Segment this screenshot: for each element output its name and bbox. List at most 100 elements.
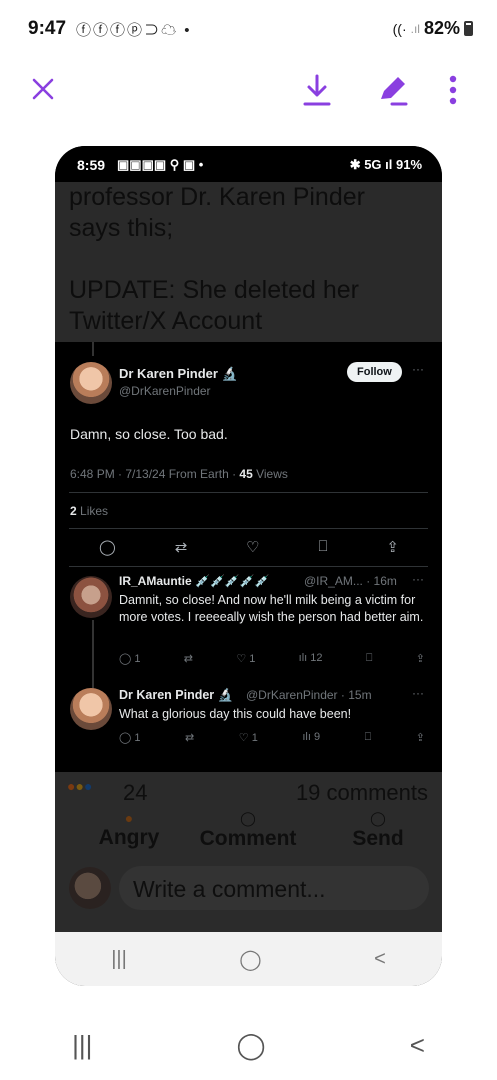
thread-line — [92, 342, 94, 356]
retweet-icon[interactable]: ⇄ — [185, 731, 194, 744]
battery-icon — [464, 21, 473, 36]
close-icon — [32, 78, 54, 100]
angry-button[interactable]: ● Angry — [89, 810, 169, 850]
messenger-icon: ◯ — [370, 810, 386, 826]
back-button[interactable]: < — [410, 1030, 425, 1061]
inner-status-bar: 8:59 ▣▣▣▣ ⚲ ▣ • ✱ 5G ıl 91% — [55, 146, 442, 182]
download-icon — [303, 74, 331, 106]
views-icon[interactable]: ılı 12 — [299, 652, 323, 665]
status-time: 9:47 — [28, 18, 67, 39]
cloud-icon: ☁ — [161, 22, 179, 39]
tweet-body: Damn, so close. Too bad. — [70, 426, 228, 442]
angry-label: Angry — [98, 826, 160, 849]
reply-icon[interactable]: ◯ — [99, 538, 116, 556]
reply-actions: ◯ 1 ⇄ ♡ 1 ılı 9 ⎕ ⇪ — [119, 731, 425, 744]
reply-text: What a glorious day this could have been… — [119, 707, 352, 721]
tweet-likes[interactable]: 2 Likes — [70, 504, 108, 518]
angry-icon: ● — [124, 810, 134, 826]
reply-icon[interactable]: ◯ 1 — [119, 731, 141, 744]
more-button[interactable] — [440, 72, 466, 108]
post-line-3: UPDATE: She deleted her — [69, 276, 359, 304]
views-icon[interactable]: ılı 9 — [302, 731, 320, 744]
likes-count: 2 — [70, 504, 77, 518]
pinterest-icon: ⓟ — [127, 22, 145, 39]
inner-status-right: ✱ 5G ıl 91% — [349, 157, 422, 172]
post-line-4: Twitter/X Account — [69, 307, 263, 335]
download-button[interactable] — [300, 72, 334, 108]
likes-label: Likes — [76, 504, 109, 518]
home-button[interactable]: ◯ — [236, 1030, 265, 1061]
close-button[interactable] — [28, 74, 58, 104]
comments-count[interactable]: 19 comments — [296, 780, 428, 806]
reaction-count[interactable]: 24 — [123, 780, 147, 806]
tweet-timestamp: 6:48 PM · 7/13/24 From Earth · — [70, 467, 240, 481]
reply-more-icon[interactable]: ··· — [412, 572, 424, 586]
send-label: Send — [352, 827, 404, 850]
comment-label: Comment — [199, 827, 297, 850]
bookmark-icon[interactable]: ⎕ — [365, 731, 372, 744]
status-notification-icons: ⓕⓕⓕⓟ⊃☁ • — [76, 19, 192, 40]
avatar[interactable] — [70, 362, 112, 404]
comment-button[interactable]: ◯ Comment — [193, 810, 303, 851]
battery-percent: 82% — [423, 18, 460, 38]
facebook-icon: ⓕ — [93, 22, 111, 39]
post-text: professor Dr. Karen Pinder says this; UP… — [55, 182, 442, 342]
inner-status-icons: ▣▣▣▣ ⚲ ▣ • — [117, 157, 204, 172]
post-line-1: professor Dr. Karen Pinder — [69, 183, 365, 211]
divider — [69, 566, 428, 567]
status-dot: • — [184, 22, 192, 39]
share-icon[interactable]: ⇪ — [416, 652, 425, 665]
retweet-icon[interactable]: ⇄ — [175, 538, 188, 556]
comment-icon: ◯ — [240, 810, 256, 826]
reply-author-name[interactable]: Dr Karen Pinder 🔬 — [119, 688, 233, 703]
retweet-icon[interactable]: ⇄ — [184, 652, 193, 665]
tweet-meta: 6:48 PM · 7/13/24 From Earth · 45 Views — [70, 467, 288, 481]
bookmark-icon[interactable]: ⎕ — [366, 652, 373, 665]
status-right: ((· .ıl 82% — [393, 18, 473, 39]
link-icon: ⊃ — [144, 22, 162, 39]
screenshot-viewer: 9:47 ⓕⓕⓕⓟ⊃☁ • ((· .ıl 82% 8:59 ▣▣▣▣ ⚲ ▣ … — [0, 0, 497, 1080]
tweet-actions: ◯ ⇄ ♡ ⎕ ⇪ — [99, 538, 399, 556]
avatar — [69, 867, 111, 909]
signal-icon: .ıl — [410, 21, 420, 36]
heart-icon[interactable]: ♡ 1 — [236, 652, 255, 665]
tweet-views-count: 45 — [239, 467, 253, 481]
reply-author-name[interactable]: IR_AMauntie 💉💉💉💉💉 — [119, 574, 270, 588]
reply-icon[interactable]: ◯ 1 — [119, 652, 141, 665]
comment-input[interactable]: Write a comment... — [119, 866, 429, 910]
avatar[interactable] — [70, 576, 112, 618]
tweet-author-name[interactable]: Dr Karen Pinder 🔬 — [119, 366, 238, 382]
more-vertical-icon — [449, 75, 457, 105]
send-button[interactable]: ◯ Send — [343, 810, 413, 851]
home-icon: ◯ — [239, 948, 262, 971]
facebook-icon: ⓕ — [76, 22, 94, 39]
avatar[interactable] — [70, 688, 112, 730]
wifi-icon: ((· — [392, 20, 407, 37]
thread-line — [92, 620, 94, 692]
edit-button[interactable] — [374, 72, 410, 108]
share-icon[interactable]: ⇪ — [386, 538, 399, 556]
divider — [69, 492, 428, 493]
tweet-views-label: Views — [252, 467, 288, 481]
navigation-bar: ||| ◯ < — [0, 1010, 497, 1080]
follow-button[interactable]: Follow — [347, 362, 402, 382]
screenshot-image: 8:59 ▣▣▣▣ ⚲ ▣ • ✱ 5G ıl 91% professor Dr… — [55, 146, 442, 986]
recent-apps-button[interactable]: ||| — [72, 1030, 92, 1061]
reply-text: Damnit, so close! And now he'll milk bei… — [119, 593, 424, 624]
heart-icon[interactable]: ♡ 1 — [239, 731, 258, 744]
share-icon[interactable]: ⇪ — [416, 731, 425, 744]
reply-actions: ◯ 1 ⇄ ♡ 1 ılı 12 ⎕ ⇪ — [119, 652, 425, 665]
like-reaction-icon: ● — [83, 778, 93, 794]
post-line-2: says this; — [69, 214, 174, 242]
reply-meta: @IR_AM... · 16m — [304, 574, 397, 588]
inner-status-time: 8:59 — [77, 157, 106, 173]
pen-icon — [381, 77, 408, 106]
heart-icon[interactable]: ♡ — [246, 538, 259, 556]
divider — [69, 528, 428, 529]
reaction-icons: ●●● — [67, 778, 92, 794]
reply-more-icon[interactable]: ··· — [412, 686, 424, 700]
bookmark-icon[interactable]: ⎕ — [319, 538, 328, 556]
tweet-handle[interactable]: @DrKarenPinder — [119, 384, 211, 398]
tweet-more-icon[interactable]: ··· — [412, 362, 424, 376]
recent-apps-icon: ||| — [111, 947, 127, 970]
